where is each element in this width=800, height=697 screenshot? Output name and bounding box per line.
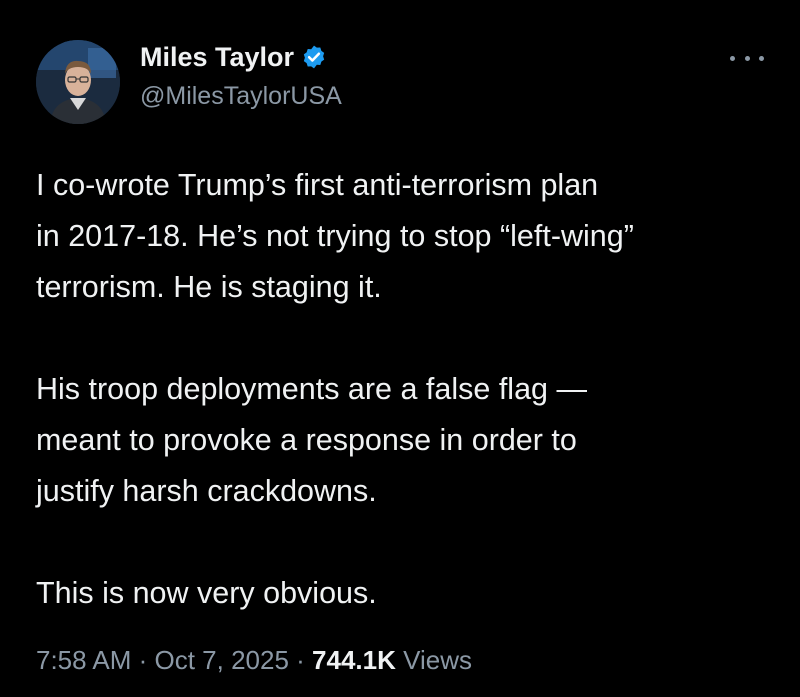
tweet-line: I co-wrote Trump’s first anti-terrorism … (36, 168, 599, 202)
tweet-card: Miles Taylor @MilesTaylorUSA I co-wrote … (0, 0, 800, 697)
tweet-line: His troop deployments are a false flag — (36, 372, 587, 406)
avatar[interactable] (36, 40, 120, 124)
tweet-date[interactable]: Oct 7, 2025 (155, 645, 289, 675)
views-count: 744.1K (312, 645, 396, 675)
tweet-time[interactable]: 7:58 AM (36, 645, 131, 675)
author-display-name[interactable]: Miles Taylor (140, 42, 294, 73)
tweet-meta: 7:58 AM · Oct 7, 2025 · 744.1K Views (36, 645, 472, 676)
tweet-line: meant to provoke a response in order to (36, 423, 577, 457)
avatar-image (36, 40, 120, 124)
tweet-paragraph: I co-wrote Trump’s first anti-terrorism … (36, 160, 776, 313)
tweet-paragraph: His troop deployments are a false flag —… (36, 364, 776, 517)
author-handle[interactable]: @MilesTaylorUSA (140, 82, 342, 111)
views-label: Views (403, 645, 473, 675)
tweet-line: in 2017-18. He’s not trying to stop “lef… (36, 219, 634, 253)
tweet-line: This is now very obvious. (36, 576, 377, 610)
meta-separator: · (131, 645, 155, 675)
more-horizontal-icon[interactable] (730, 48, 764, 68)
author-name-row: Miles Taylor (140, 40, 327, 74)
tweet-text: I co-wrote Trump’s first anti-terrorism … (36, 160, 776, 619)
tweet-paragraph: This is now very obvious. (36, 568, 776, 619)
meta-separator: · (288, 645, 313, 675)
tweet-line: justify harsh crackdowns. (36, 474, 377, 508)
tweet-line: terrorism. He is staging it. (36, 270, 382, 304)
views-link[interactable]: 744.1K Views (312, 645, 472, 675)
verified-badge-icon (301, 44, 327, 70)
